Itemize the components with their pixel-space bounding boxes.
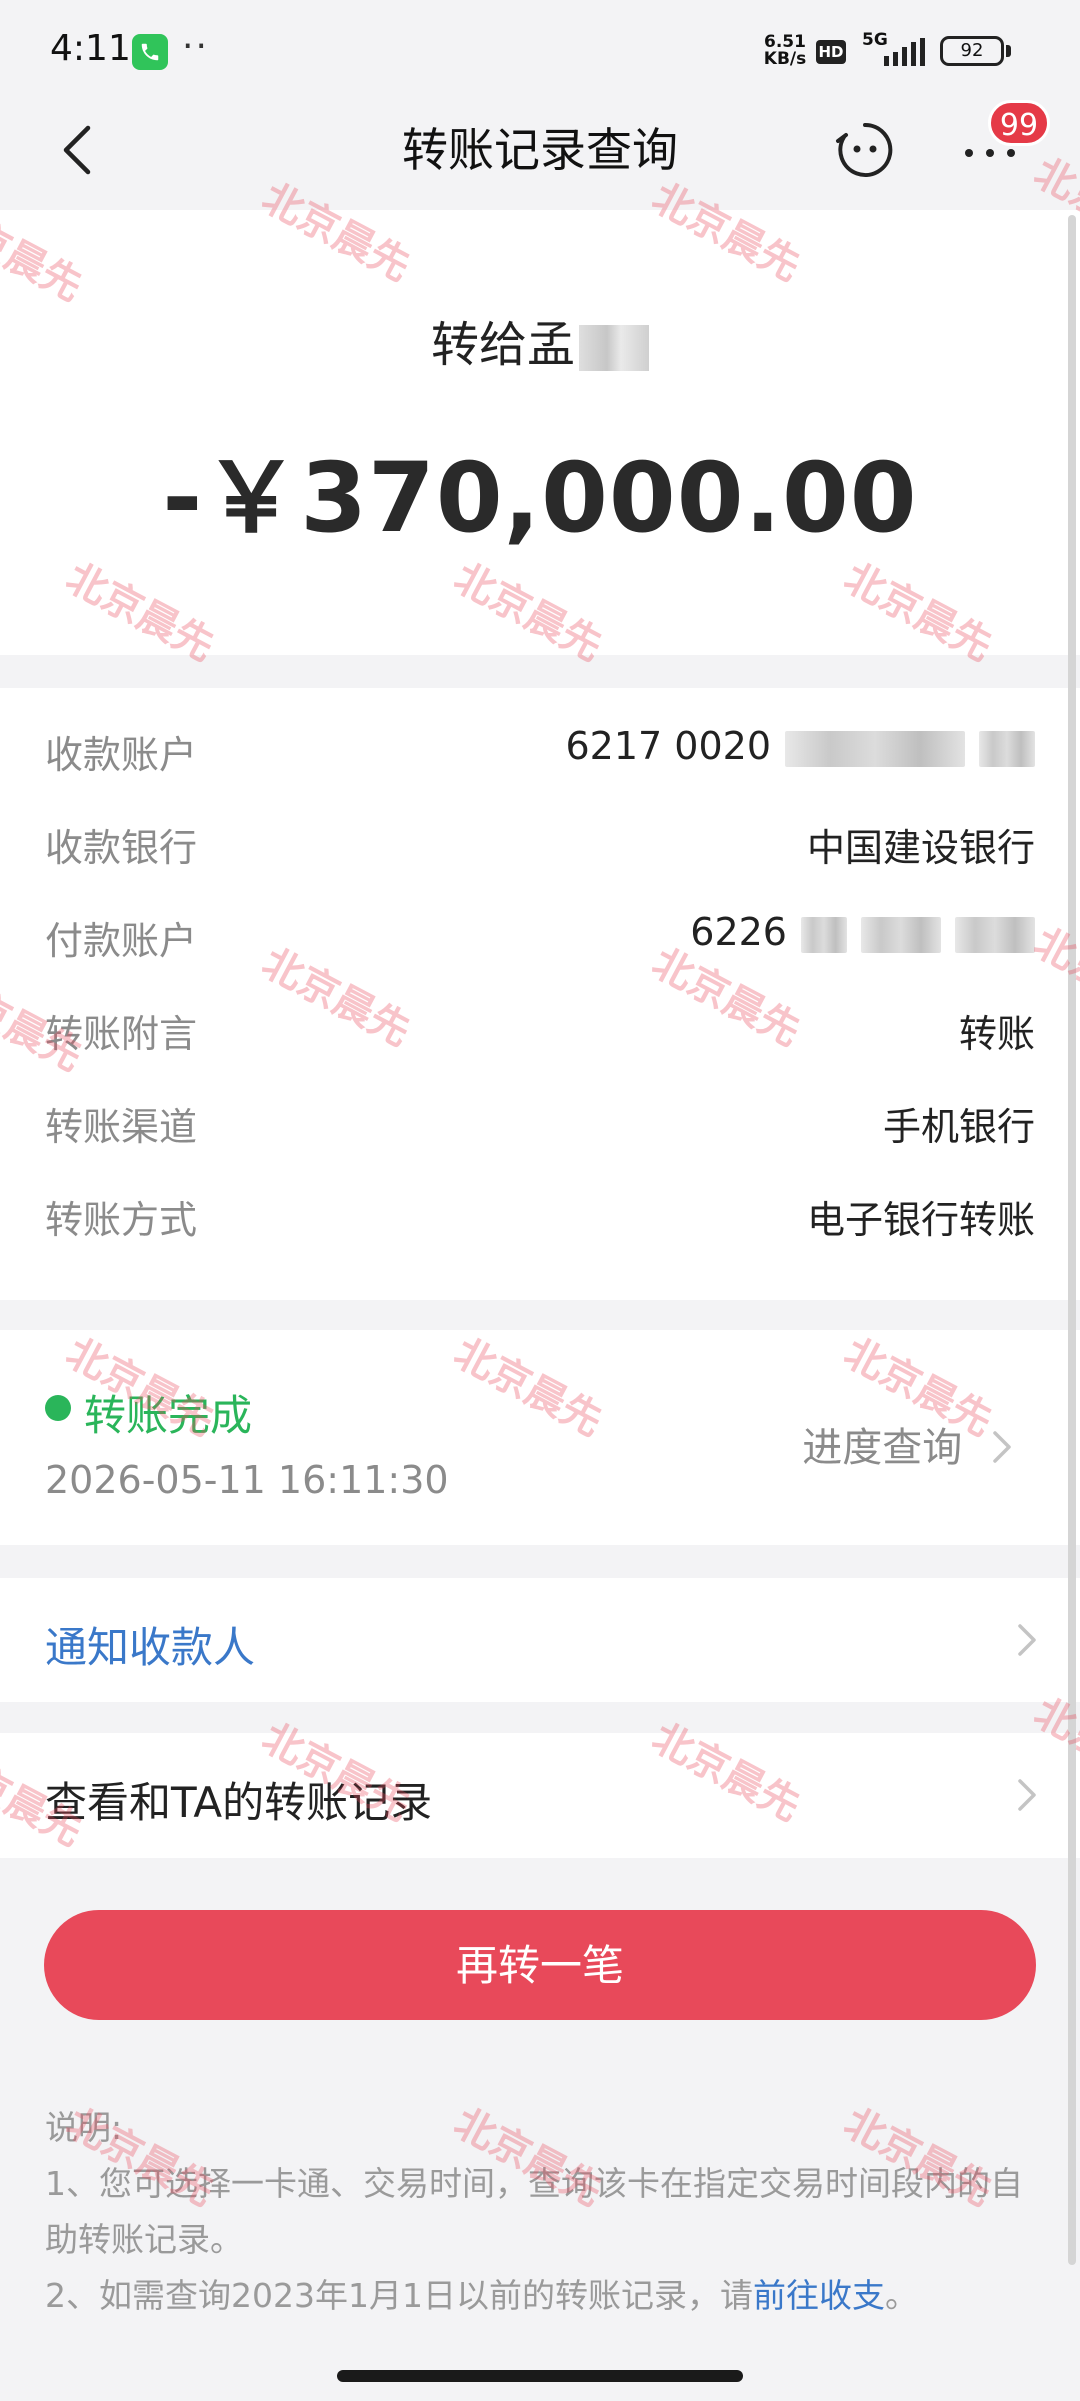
page-title: 转账记录查询 — [402, 123, 678, 177]
payee-account-number: 6217 0020 — [565, 724, 772, 768]
success-status-dot — [45, 1395, 71, 1421]
detail-row-remark: 转账附言 转账 — [0, 981, 1080, 1074]
transfer-summary-card: 转给孟 -￥370,000.00 — [0, 210, 1080, 655]
payee-name-text: 转给孟 — [430, 317, 575, 373]
detail-value: 手机银行 — [882, 1105, 1035, 1149]
payee-name: 转给孟 — [0, 305, 1080, 375]
detail-value: 转账 — [958, 1012, 1035, 1056]
detail-label: 收款银行 — [45, 826, 198, 870]
detail-value: 6217 0020 — [565, 724, 1035, 768]
battery-indicator: 92 — [940, 36, 1004, 66]
notes-line-1: 1、您可选择一卡通、交易时间，查询该卡在指定交易时间段内的自助转账记录。 — [45, 2164, 1023, 2259]
notify-payee-row[interactable]: 通知收款人 — [0, 1578, 1080, 1702]
notes-title: 说明: — [45, 2108, 123, 2147]
detail-label: 转账附言 — [45, 1012, 198, 1056]
payee-name-mask — [579, 325, 649, 371]
transfer-amount: -￥370,000.00 — [162, 442, 918, 554]
transfer-history-row[interactable]: 查看和TA的转账记录 — [0, 1733, 1080, 1858]
assistant-face-icon — [836, 122, 893, 177]
detail-label: 转账方式 — [45, 1198, 198, 1242]
progress-query-link[interactable]: 进度查询 — [802, 1415, 1015, 1473]
detail-value: 中国建设银行 — [806, 826, 1035, 870]
detail-value: 电子银行转账 — [806, 1198, 1035, 1242]
network-speed-unit: KB/s — [763, 49, 807, 69]
status-more-dots: ·· — [182, 26, 209, 67]
detail-row-method: 转账方式 电子银行转账 — [0, 1167, 1080, 1260]
status-time: 4:11 — [50, 28, 131, 69]
network-speed: 6.51 KB/s — [760, 34, 810, 68]
detail-row-channel: 转账渠道 手机银行 — [0, 1074, 1080, 1167]
back-button[interactable] — [50, 110, 110, 190]
account-mask — [861, 916, 941, 953]
notes-section: 说明: 1、您可选择一卡通、交易时间，查询该卡在指定交易时间段内的自助转账记录。… — [45, 2100, 1035, 2324]
detail-label: 转账渠道 — [45, 1105, 198, 1149]
notify-payee-label: 通知收款人 — [45, 1623, 256, 1672]
account-mask — [785, 730, 965, 767]
notes-line-2-suffix: 。 — [884, 2276, 918, 2315]
transfer-again-button[interactable]: 再转一笔 — [44, 1910, 1036, 2020]
chevron-right-icon — [993, 1431, 1011, 1463]
chevron-right-icon — [1018, 1779, 1036, 1811]
scrollbar[interactable] — [1068, 215, 1076, 2265]
transfer-history-label: 查看和TA的转账记录 — [45, 1778, 433, 1827]
assistant-button[interactable] — [830, 115, 900, 185]
account-mask — [801, 916, 847, 953]
transfer-details-card: 收款账户 6217 0020 收款银行 中国建设银行 付款账户 6226 转账附… — [0, 688, 1080, 1300]
signal-bars-icon — [884, 38, 925, 66]
detail-value: 6226 — [690, 910, 1035, 954]
account-mask — [955, 916, 1035, 953]
battery-tip — [1006, 45, 1011, 57]
payer-account-number: 6226 — [690, 910, 787, 954]
progress-query-label: 进度查询 — [802, 1425, 963, 1471]
detail-row-payee-account: 收款账户 6217 0020 — [0, 702, 1080, 795]
go-to-income-expense-link[interactable]: 前往收支 — [753, 2276, 885, 2315]
detail-label: 付款账户 — [45, 919, 198, 963]
transfer-status-card: 转账完成 2026-05-11 16:11:30 进度查询 — [0, 1330, 1080, 1545]
notes-line-2-text: 2、如需查询2023年1月1日以前的转账记录，请 — [45, 2276, 753, 2315]
notes-line-2: 2、如需查询2023年1月1日以前的转账记录，请前往收支。 — [45, 2268, 1035, 2324]
chevron-right-icon — [1018, 1624, 1036, 1656]
detail-row-payer-account: 付款账户 6226 — [0, 888, 1080, 981]
detail-row-payee-bank: 收款银行 中国建设银行 — [0, 795, 1080, 888]
account-mask — [979, 730, 1035, 767]
transfer-status: 转账完成 — [84, 1391, 253, 1440]
detail-label: 收款账户 — [45, 733, 198, 777]
home-indicator[interactable] — [337, 2370, 743, 2382]
hd-badge: HD — [816, 40, 846, 64]
phone-call-icon — [132, 34, 168, 70]
notification-badge: 99 — [988, 100, 1050, 146]
back-arrow-icon — [63, 125, 91, 175]
transfer-datetime: 2026-05-11 16:11:30 — [45, 1458, 449, 1502]
